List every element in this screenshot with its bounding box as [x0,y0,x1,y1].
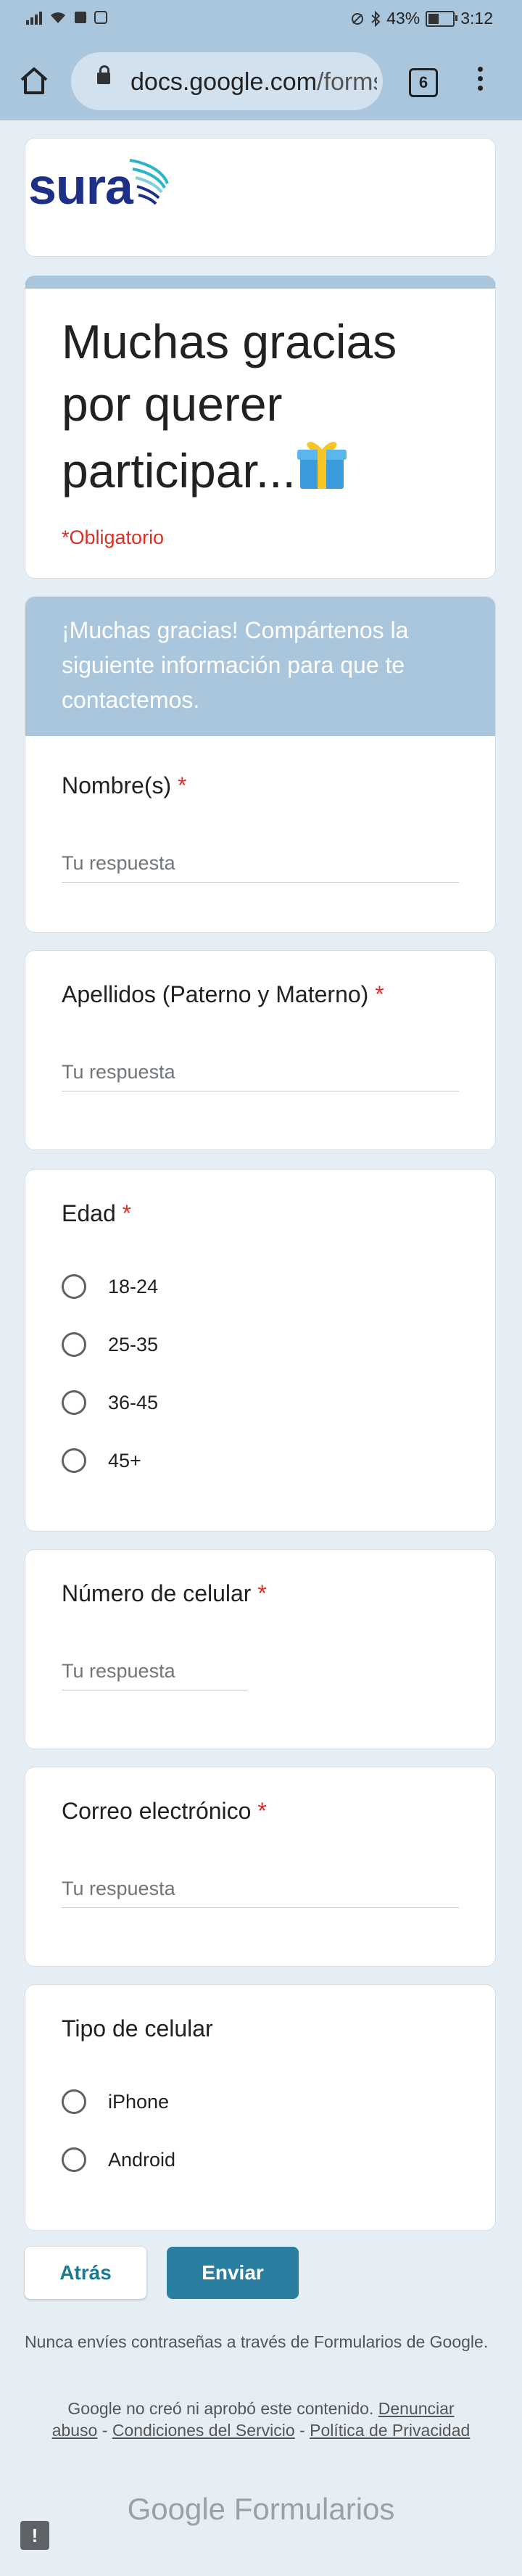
radio-label: 36-45 [108,1391,159,1413]
url-text[interactable]: docs.google.com/forms [130,68,377,96]
tab-switcher-button[interactable]: 6 [409,68,438,97]
header-image-card: sura [25,138,496,257]
radio-button[interactable] [62,1390,86,1415]
radio-option[interactable]: 45+ [62,1448,141,1473]
question-title-tipo: Tipo de celular [62,2015,213,2042]
message-icon [75,12,86,23]
radio-button[interactable] [62,2147,86,2172]
required-asterisk: * [178,772,187,798]
battery-icon [426,10,458,27]
apellidos-input[interactable] [62,1061,459,1091]
back-button[interactable]: Atrás [25,2247,146,2299]
url-path: /forms [317,68,377,96]
correo-input[interactable] [62,1878,459,1908]
footer-google: Google [127,2492,226,2526]
radio-option[interactable]: 25-35 [62,1332,158,1357]
radio-button[interactable] [62,1332,86,1357]
question-title-nombre: Nombre(s) * [62,772,186,799]
sim-icon [94,11,107,24]
more-options-icon[interactable] [473,67,487,96]
radio-label: 45+ [108,1449,141,1471]
disclaimer-text: Google no creó ni aprobó este contenido. [67,2399,374,2418]
radio-label: 18-24 [108,1275,159,1297]
wifi-icon [51,12,65,23]
status-bar: 43% 3:12 [0,0,522,41]
question-label: Número de celular [62,1580,252,1606]
google-forms-logo[interactable]: Google Formularios [0,2492,522,2527]
brand-wing-icon [129,159,169,205]
brand-logo: sura [28,158,133,215]
disclaimer: Google no creó ni aprobó este contenido.… [51,2399,471,2440]
question-label: Nombre(s) [62,772,172,798]
required-note: *Obligatorio [62,527,165,548]
question-card-apellidos: Apellidos (Paterno y Materno) * [25,950,496,1150]
radio-label: Android [108,2148,176,2171]
celular-input[interactable] [62,1660,247,1690]
gift-icon [297,442,347,489]
section-description: ¡Muchas gracias! Compártenos la siguient… [25,597,495,736]
lock-icon [97,65,110,84]
status-icons-left [26,10,107,25]
alarm-icon [352,12,364,25]
radio-label: iPhone [108,2090,170,2113]
radio-option[interactable]: Android [62,2147,175,2172]
radio-button[interactable] [62,1448,86,1473]
footer-product: Formularios [233,2492,395,2526]
home-icon[interactable] [17,64,51,97]
form-title: Muchas gracias por querer participar... [62,310,468,502]
question-card-correo: Correo electrónico * [25,1767,496,1967]
question-title-correo: Correo electrónico * [62,1798,267,1825]
radio-option[interactable]: iPhone [62,2089,169,2114]
question-label: Apellidos (Paterno y Materno) [62,981,369,1007]
address-bar[interactable]: docs.google.com/forms [71,52,383,110]
radio-button[interactable] [62,2089,86,2114]
nombre-input[interactable] [62,852,459,883]
question-label: Correo electrónico [62,1798,252,1824]
question-title-edad: Edad * [62,1200,131,1227]
question-title-celular: Número de celular * [62,1580,267,1607]
status-icons-right: 43% 3:12 [350,9,493,28]
question-title-apellidos: Apellidos (Paterno y Materno) * [62,981,384,1008]
browser-toolbar: docs.google.com/forms 6 [0,41,522,120]
battery-percent: 43% [386,9,420,28]
question-card-tipo: Tipo de celular iPhone Android [25,1984,496,2231]
terms-link[interactable]: Condiciones del Servicio [112,2421,295,2440]
password-warning: Nunca envíes contraseñas a través de For… [25,2332,489,2351]
radio-option[interactable]: 36-45 [62,1390,158,1415]
signal-icon [26,10,42,25]
bluetooth-icon [371,10,381,27]
radio-option[interactable]: 18-24 [62,1274,158,1299]
required-asterisk: * [257,1798,267,1824]
clock: 3:12 [460,9,493,28]
form-title-card: Muchas gracias por querer participar... … [25,276,496,579]
question-label: Edad [62,1200,116,1226]
question-card-edad: Edad * 18-24 25-35 36-45 45+ [25,1169,496,1532]
submit-button[interactable]: Enviar [167,2247,299,2299]
privacy-link[interactable]: Política de Privacidad [310,2421,470,2440]
required-asterisk: * [122,1200,132,1226]
required-asterisk: * [375,981,384,1007]
question-card-celular: Número de celular * [25,1549,496,1749]
radio-label: 25-35 [108,1333,159,1355]
radio-button[interactable] [62,1274,86,1299]
report-icon[interactable]: ! [20,2521,49,2550]
required-asterisk: * [257,1580,267,1606]
section-card: ¡Muchas gracias! Compártenos la siguient… [25,596,496,933]
url-domain: docs.google.com [130,68,318,96]
